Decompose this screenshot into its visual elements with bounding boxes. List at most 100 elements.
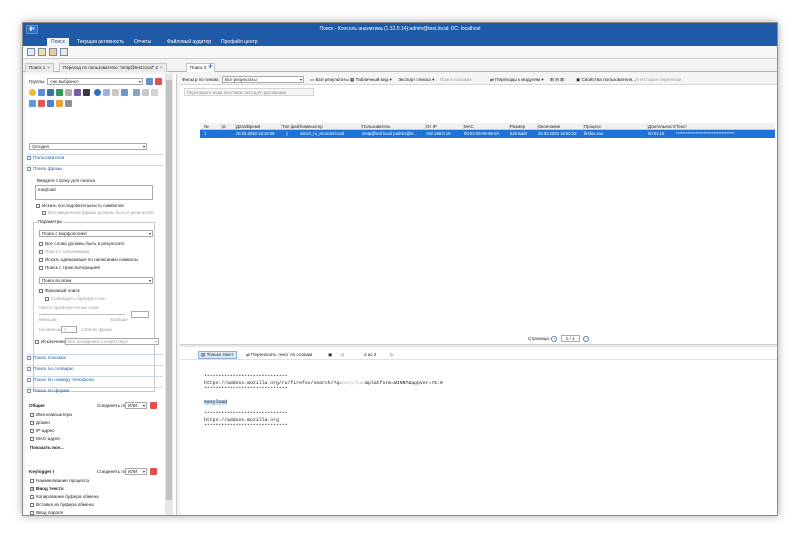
messenger-icon[interactable] [56,89,63,96]
close-icon[interactable]: × [160,65,163,70]
next-page-icon[interactable]: › [582,336,589,342]
table-row[interactable]: 1 26.03.2020 16:49:08 ▯ win10_ru_64.test… [200,130,775,138]
phone-icon[interactable] [29,100,36,107]
prev-page-icon[interactable]: ‹ [551,336,558,342]
chat-icon[interactable] [38,89,45,96]
web-icon[interactable] [94,89,101,96]
groups-select[interactable]: <не выбрано> ▾ [47,78,143,85]
app-window: ▮▾ Поиск - Консоль аналитика (1.32.0.14)… [22,22,778,516]
synonyms-checkbox[interactable] [39,250,43,254]
chevron-down-icon: ▾ [299,77,302,82]
wrap-words-toggle[interactable]: ⇌ Переносить текст по словам [246,352,312,358]
doc-tab-search-1[interactable]: Поиск 1 × [25,63,54,72]
save-icon[interactable] [60,48,68,56]
export-list-button[interactable]: Экспорт списка ▾ [398,77,434,83]
seq-label: Искать последовательность символов [42,203,124,208]
mail-icon[interactable] [29,89,36,96]
left-scrollbar[interactable] [165,74,173,515]
phrase-input[interactable]: easyload [35,185,153,200]
remove-icon[interactable] [150,402,157,409]
tab-file-auditor[interactable]: Файловый аудитор [163,38,215,46]
all-words-checkbox[interactable] [39,242,43,246]
exclude-select[interactable]: Все вхождения соответствует ▾ [65,338,159,345]
user-props-button[interactable]: ▣ Свойства пользователя... [576,77,636,83]
chat-history-button[interactable]: ◷ История переписки [635,77,681,83]
usb-icon[interactable] [133,89,140,96]
splitter[interactable] [180,344,777,347]
show-all-link[interactable]: Показать все... [30,445,64,450]
table-view-button[interactable]: ▦ Табличный вид ▾ [350,77,392,83]
prev-match-icon[interactable]: ◁ [340,352,344,358]
tab-current-activity[interactable]: Текущая активность [73,38,128,46]
remove-icon[interactable] [150,468,157,475]
distance-spinner[interactable] [131,311,149,318]
remove-icon[interactable] [155,78,162,85]
document-icon[interactable] [151,89,158,96]
open-folder-icon[interactable] [38,48,46,56]
similar-search-button[interactable]: Поиск похожих [440,77,472,82]
all-phrases-checkbox[interactable] [42,211,46,215]
common-item-checkbox[interactable] [30,421,34,425]
settings-icon[interactable] [65,100,72,107]
printer-icon[interactable] [142,89,149,96]
keylogger-item-checkbox[interactable] [30,503,34,507]
skype-icon[interactable] [47,89,54,96]
new-icon[interactable] [27,48,35,56]
common-item-checkbox[interactable] [30,437,34,441]
program-icon[interactable] [38,100,45,107]
clipboard-icon[interactable] [56,100,63,107]
connect-select[interactable]: ИЛИ ▾ [125,402,147,409]
tab-reports[interactable]: Отчеты [130,38,155,46]
period-select[interactable]: Сегодня ▾ [29,143,147,150]
page-input[interactable]: 1 / 1 [560,335,580,342]
keylogger-item-checkbox[interactable] [30,479,34,483]
exclude-checkbox[interactable] [35,340,39,344]
social-icon[interactable] [74,89,81,96]
not-less-spinner[interactable]: 3 [61,326,77,333]
tab-search[interactable]: Поиск [47,38,69,46]
phrase-search-checkbox[interactable] [39,289,43,293]
translit-checkbox[interactable] [39,266,43,270]
add-tab-button[interactable]: + [208,62,213,71]
import-icon[interactable] [49,48,57,56]
morphology-select[interactable]: Поиск с морфологией ▾ [39,230,153,237]
keylogger-item-checkbox[interactable] [30,495,34,499]
search-scope-select[interactable]: Поиск во всем ▾ [39,277,153,284]
section-phrase-search[interactable]: Поиск фразы [27,165,163,173]
group-by-area[interactable]: Перетащите сюда заголовок поля для групп… [184,88,314,96]
word-order-checkbox[interactable] [45,297,49,301]
section-users[interactable]: Пользователи [27,154,163,162]
scroll-thumb[interactable] [166,80,172,500]
keylogger-item-checkbox[interactable] [30,486,34,491]
connect-select-keylogger[interactable]: ИЛИ ▾ [125,468,147,475]
view-icons[interactable]: ⊞ ⊟ ⊠ [550,77,564,83]
section-form[interactable]: Поиск по форме [27,387,163,395]
close-icon[interactable]: × [47,65,50,70]
tab-profile-center[interactable]: Профайл центр [217,38,262,46]
doc-tab-user-jump[interactable]: Переход по пользователю "smtp@test.local… [59,63,167,72]
find-icon[interactable]: ▣ [328,352,332,358]
section-similar[interactable]: Поиск похожих [27,354,163,362]
seq-checkbox[interactable] [36,204,40,208]
common-item-mac: MAC-адрес [36,436,61,441]
all-results-button[interactable]: ▭ Все результаты [310,77,349,83]
section-phone[interactable]: Поиск по номеру телефона [27,376,163,384]
section-similar-label: Поиск похожих [33,356,67,361]
monitor-icon[interactable] [47,100,54,107]
common-item-checkbox[interactable] [30,429,34,433]
common-item-checkbox[interactable] [30,413,34,417]
distance-slider[interactable] [39,314,125,315]
link-icon[interactable] [146,78,153,85]
next-match-icon[interactable]: ▷ [390,352,394,358]
filter-select[interactable]: Все результаты ▾ [222,76,304,83]
keylogger-icon[interactable] [83,89,90,96]
go-to-modules-button[interactable]: ⇄ Переходы к модулям ▾ [490,77,544,83]
same-spelling-checkbox[interactable] [39,258,43,262]
camera-icon[interactable] [65,89,72,96]
only-text-toggle[interactable]: ▤ Только текст [198,351,237,359]
section-dictionary[interactable]: Поиск по словарю [27,365,163,373]
keylogger-item-checkbox[interactable] [30,511,34,515]
cloud-icon[interactable] [121,89,128,96]
folder-icon[interactable] [112,89,119,96]
device-icon[interactable] [103,89,110,96]
